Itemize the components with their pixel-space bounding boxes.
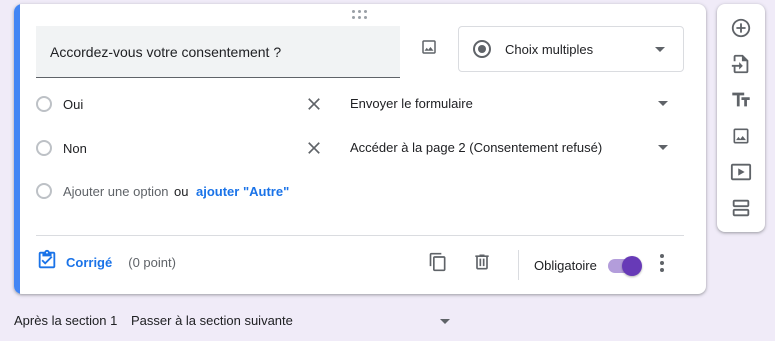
- dropdown-arrow-icon[interactable]: [440, 319, 450, 324]
- add-option-link[interactable]: Ajouter une option: [63, 184, 169, 199]
- required-toggle[interactable]: [606, 256, 642, 276]
- footer-divider: [36, 235, 684, 236]
- required-label: Obligatoire: [534, 258, 597, 273]
- close-icon[interactable]: [304, 138, 324, 158]
- add-option-row: Ajouter une option ou ajouter "Autre": [36, 179, 436, 205]
- toggle-thumb: [622, 256, 642, 276]
- option-row: Non Accéder à la page 2 (Consentement re…: [36, 136, 676, 162]
- radio-button-checked-icon: [473, 40, 491, 58]
- option-label[interactable]: Non: [63, 141, 87, 156]
- question-title: Accordez-vous votre consentement ?: [50, 44, 282, 60]
- card-focus-bar: [14, 4, 20, 294]
- after-section-select[interactable]: Passer à la section suivante: [131, 313, 293, 328]
- import-questions-icon[interactable]: [729, 52, 753, 76]
- add-section-icon[interactable]: [729, 196, 753, 220]
- add-image-icon[interactable]: [418, 36, 440, 58]
- answer-key-label: Corrigé: [66, 254, 113, 270]
- assignment-check-icon: [36, 249, 58, 276]
- option-row: Oui Envoyer le formulaire: [36, 92, 676, 118]
- add-image-icon[interactable]: [729, 124, 753, 148]
- question-type-dropdown[interactable]: Choix multiples: [458, 26, 684, 72]
- option-label[interactable]: Oui: [63, 97, 83, 112]
- close-icon[interactable]: [304, 94, 324, 114]
- delete-icon[interactable]: [472, 252, 492, 272]
- points-label: (0 point): [128, 254, 176, 270]
- dropdown-arrow-icon[interactable]: [658, 101, 668, 106]
- answer-key-button[interactable]: Corrigé (0 point): [36, 249, 176, 276]
- add-video-icon[interactable]: [729, 160, 753, 184]
- option-radio-icon: [36, 96, 52, 112]
- question-title-field[interactable]: Accordez-vous votre consentement ?: [36, 26, 400, 78]
- floating-toolbar: [717, 4, 765, 232]
- add-title-icon[interactable]: [729, 88, 753, 112]
- more-vert-icon[interactable]: [660, 254, 664, 272]
- after-section-label: Après la section 1: [14, 313, 118, 328]
- duplicate-icon[interactable]: [428, 252, 448, 272]
- option-radio-icon: [36, 140, 52, 156]
- add-question-icon[interactable]: [729, 16, 753, 40]
- add-other-link[interactable]: ajouter "Autre": [196, 184, 289, 199]
- or-text: ou: [174, 184, 189, 199]
- goto-section-select[interactable]: Envoyer le formulaire: [350, 96, 473, 111]
- dropdown-arrow-icon[interactable]: [658, 145, 668, 150]
- goto-section-select[interactable]: Accéder à la page 2 (Consentement refusé…: [350, 140, 602, 155]
- option-radio-icon: [36, 183, 52, 199]
- question-type-label: Choix multiples: [505, 41, 594, 57]
- question-card[interactable]: Accordez-vous votre consentement ? Choix…: [14, 4, 706, 294]
- dropdown-arrow-icon: [655, 47, 665, 52]
- drag-handle-icon[interactable]: [352, 10, 368, 20]
- footer-separator: [518, 250, 519, 280]
